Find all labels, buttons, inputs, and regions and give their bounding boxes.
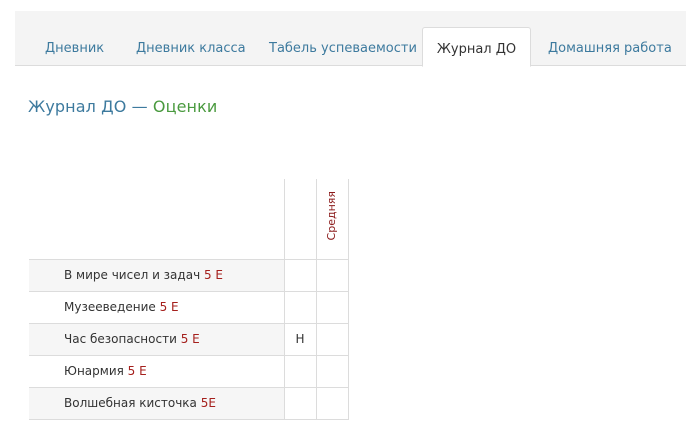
tab-class-diary[interactable]: Дневник класса <box>136 11 246 66</box>
table-row: Юнармия 5 Е <box>29 355 349 388</box>
mark-cell[interactable] <box>283 259 316 292</box>
subject-name: Юнармия <box>64 364 124 378</box>
tab-journal-do[interactable]: Журнал ДО <box>422 27 531 67</box>
mark-cell[interactable]: Н <box>283 323 316 356</box>
subject-cell: Час безопасности 5 Е <box>29 323 284 356</box>
subject-cell: Музееведение 5 Е <box>29 291 284 324</box>
tab-diary[interactable]: Дневник <box>45 11 104 66</box>
mark-cell[interactable] <box>283 387 316 420</box>
average-cell <box>315 259 349 292</box>
subject-name: Час безопасности <box>64 332 177 346</box>
subject-name: Волшебная кисточка <box>64 396 197 410</box>
table-header-row: Средняя <box>29 179 349 260</box>
grades-table: Средняя В мире чисел и задач 5 Е Музееве… <box>29 179 349 420</box>
page-title-section: Журнал ДО — <box>28 97 153 116</box>
subject-cell: Волшебная кисточка 5Е <box>29 387 284 420</box>
average-cell <box>315 387 349 420</box>
average-cell <box>315 323 349 356</box>
average-header-label: Средняя <box>324 191 338 241</box>
average-cell <box>315 355 349 388</box>
subject-cell: Юнармия 5 Е <box>29 355 284 388</box>
subject-name: В мире чисел и задач <box>64 268 201 282</box>
class-grade: 5 Е <box>180 332 200 346</box>
class-grade: 5 Е <box>203 268 224 282</box>
class-grade: 5 Е <box>159 300 179 314</box>
class-grade: 5Е <box>200 396 216 410</box>
subject-name: Музееведение <box>64 300 156 314</box>
mark-cell[interactable] <box>283 291 316 324</box>
subject-header <box>29 179 284 260</box>
page-title: Журнал ДО — Оценки <box>28 97 217 116</box>
mark-cell[interactable] <box>283 355 316 388</box>
class-grade: 5 Е <box>127 364 147 378</box>
page: Дневник Дневник класса Табель успеваемос… <box>0 0 686 434</box>
subject-cell: В мире чисел и задач 5 Е <box>29 259 284 292</box>
page-title-subsection: Оценки <box>152 97 218 116</box>
mark-header <box>283 179 316 260</box>
tab-homework[interactable]: Домашняя работа <box>548 11 672 66</box>
table-row: Музееведение 5 Е <box>29 291 349 324</box>
table-row: Волшебная кисточка 5Е <box>29 387 349 420</box>
tab-report-card[interactable]: Табель успеваемости <box>269 11 417 66</box>
table-row: В мире чисел и задач 5 Е <box>29 259 349 292</box>
table-row: Час безопасности 5 Е Н <box>29 323 349 356</box>
average-cell <box>315 291 349 324</box>
average-header: Средняя <box>315 179 349 260</box>
tabs-bar: Дневник Дневник класса Табель успеваемос… <box>15 11 686 67</box>
